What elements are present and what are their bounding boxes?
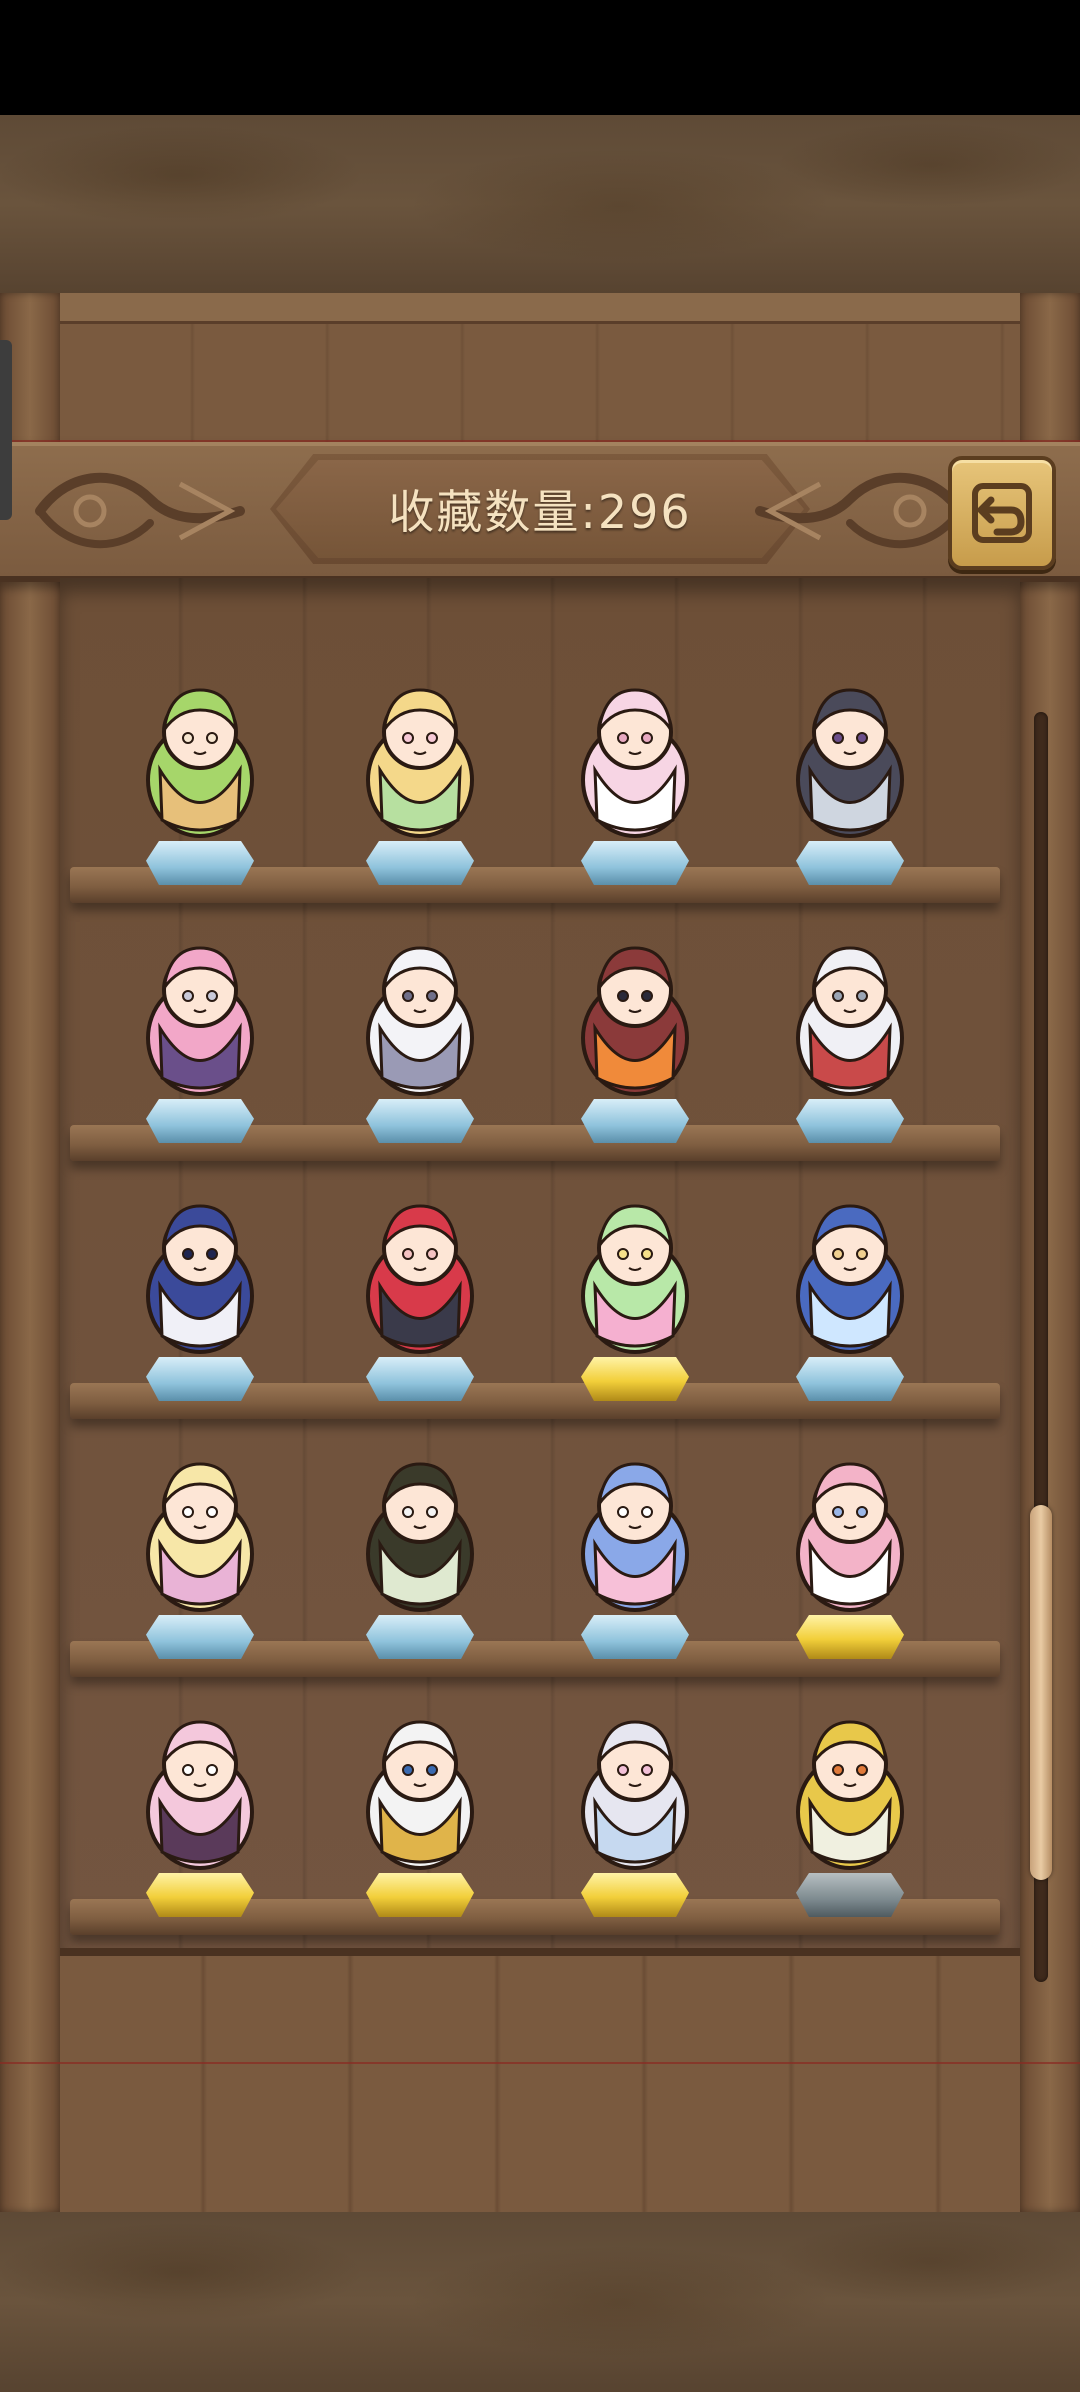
figure-icon xyxy=(146,1204,254,1354)
figure-base xyxy=(146,1357,254,1401)
pink-knight-figure[interactable] xyxy=(110,918,290,1143)
map-background-bottom xyxy=(0,2212,1080,2392)
shelf-row xyxy=(60,1161,1020,1419)
figure-base xyxy=(581,1357,689,1401)
title-plaque: 收藏数量:296 xyxy=(270,454,810,564)
figure-icon xyxy=(146,688,254,838)
shelf-row xyxy=(60,1677,1020,1935)
figure-icon xyxy=(581,1462,689,1612)
white-fox-figure[interactable] xyxy=(330,918,510,1143)
figure-icon xyxy=(366,1204,474,1354)
figure-icon xyxy=(796,946,904,1096)
figure-base xyxy=(146,1099,254,1143)
red-twintail-figure[interactable] xyxy=(330,1176,510,1401)
figure-base xyxy=(796,841,904,885)
scrollbar-thumb[interactable] xyxy=(1030,1505,1052,1880)
figure-icon xyxy=(796,1720,904,1870)
shelf-row xyxy=(60,903,1020,1161)
spear-catgirl-figure[interactable] xyxy=(330,1692,510,1917)
figure-base xyxy=(146,841,254,885)
map-background-top xyxy=(0,115,1080,293)
dessert-figure[interactable] xyxy=(545,1176,725,1401)
figure-icon xyxy=(581,688,689,838)
figure-icon xyxy=(366,688,474,838)
ornament-left-icon xyxy=(35,472,245,549)
figure-icon xyxy=(366,1462,474,1612)
figure-icon xyxy=(581,1204,689,1354)
shelf-row xyxy=(60,1419,1020,1677)
angel-figure[interactable] xyxy=(760,1434,940,1659)
side-pull-tab[interactable] xyxy=(0,340,12,520)
figure-base xyxy=(366,1873,474,1917)
hammer-bride-figure[interactable] xyxy=(760,918,940,1143)
figure-base xyxy=(581,1873,689,1917)
figure-icon xyxy=(146,1462,254,1612)
umbrella-angel-figure[interactable] xyxy=(545,1692,725,1917)
figure-icon xyxy=(581,946,689,1096)
dark-wing-figure[interactable] xyxy=(110,1176,290,1401)
figure-icon xyxy=(366,946,474,1096)
umbrella-suitcase-figure[interactable] xyxy=(760,660,940,885)
figure-base xyxy=(581,1615,689,1659)
blonde-maid-figure[interactable] xyxy=(110,1434,290,1659)
figure-base xyxy=(146,1615,254,1659)
figure-icon xyxy=(796,688,904,838)
status-bar xyxy=(0,0,1080,115)
pink-maid-figure[interactable] xyxy=(545,660,725,885)
book-witch-figure[interactable] xyxy=(545,918,725,1143)
cabinet-bottom-panel xyxy=(60,1948,1020,2220)
figure-base xyxy=(146,1873,254,1917)
cabinet-top-panel xyxy=(60,293,1020,449)
figure-base xyxy=(796,1099,904,1143)
magic-wand-figure[interactable] xyxy=(545,1434,725,1659)
back-icon xyxy=(972,483,1032,543)
divider-line-bottom xyxy=(0,2062,1080,2064)
figure-icon xyxy=(146,1720,254,1870)
figure-base xyxy=(366,1099,474,1143)
figure-base xyxy=(366,1357,474,1401)
ornament-right-icon xyxy=(755,472,965,549)
demon-dancer-figure[interactable] xyxy=(110,1692,290,1917)
collection-count-title: 收藏数量:296 xyxy=(388,485,692,539)
back-button[interactable] xyxy=(948,456,1056,570)
figure-base xyxy=(796,1873,904,1917)
blue-catgirl-figure[interactable] xyxy=(760,1176,940,1401)
figure-base xyxy=(366,841,474,885)
figure-base xyxy=(581,1099,689,1143)
figure-icon xyxy=(366,1720,474,1870)
figure-base xyxy=(581,841,689,885)
figure-base xyxy=(796,1357,904,1401)
parasol-girl-figure[interactable] xyxy=(330,1434,510,1659)
burger-figure[interactable] xyxy=(110,660,290,885)
figure-icon xyxy=(796,1462,904,1612)
figure-base xyxy=(796,1615,904,1659)
figure-icon xyxy=(581,1720,689,1870)
shelf-row xyxy=(60,645,1020,903)
radish-girl-figure[interactable] xyxy=(760,1692,940,1917)
title-banner: 收藏数量:296 xyxy=(0,442,1080,582)
figure-icon xyxy=(796,1204,904,1354)
figure-base xyxy=(366,1615,474,1659)
figure-icon xyxy=(146,946,254,1096)
flower-girl-figure[interactable] xyxy=(330,660,510,885)
